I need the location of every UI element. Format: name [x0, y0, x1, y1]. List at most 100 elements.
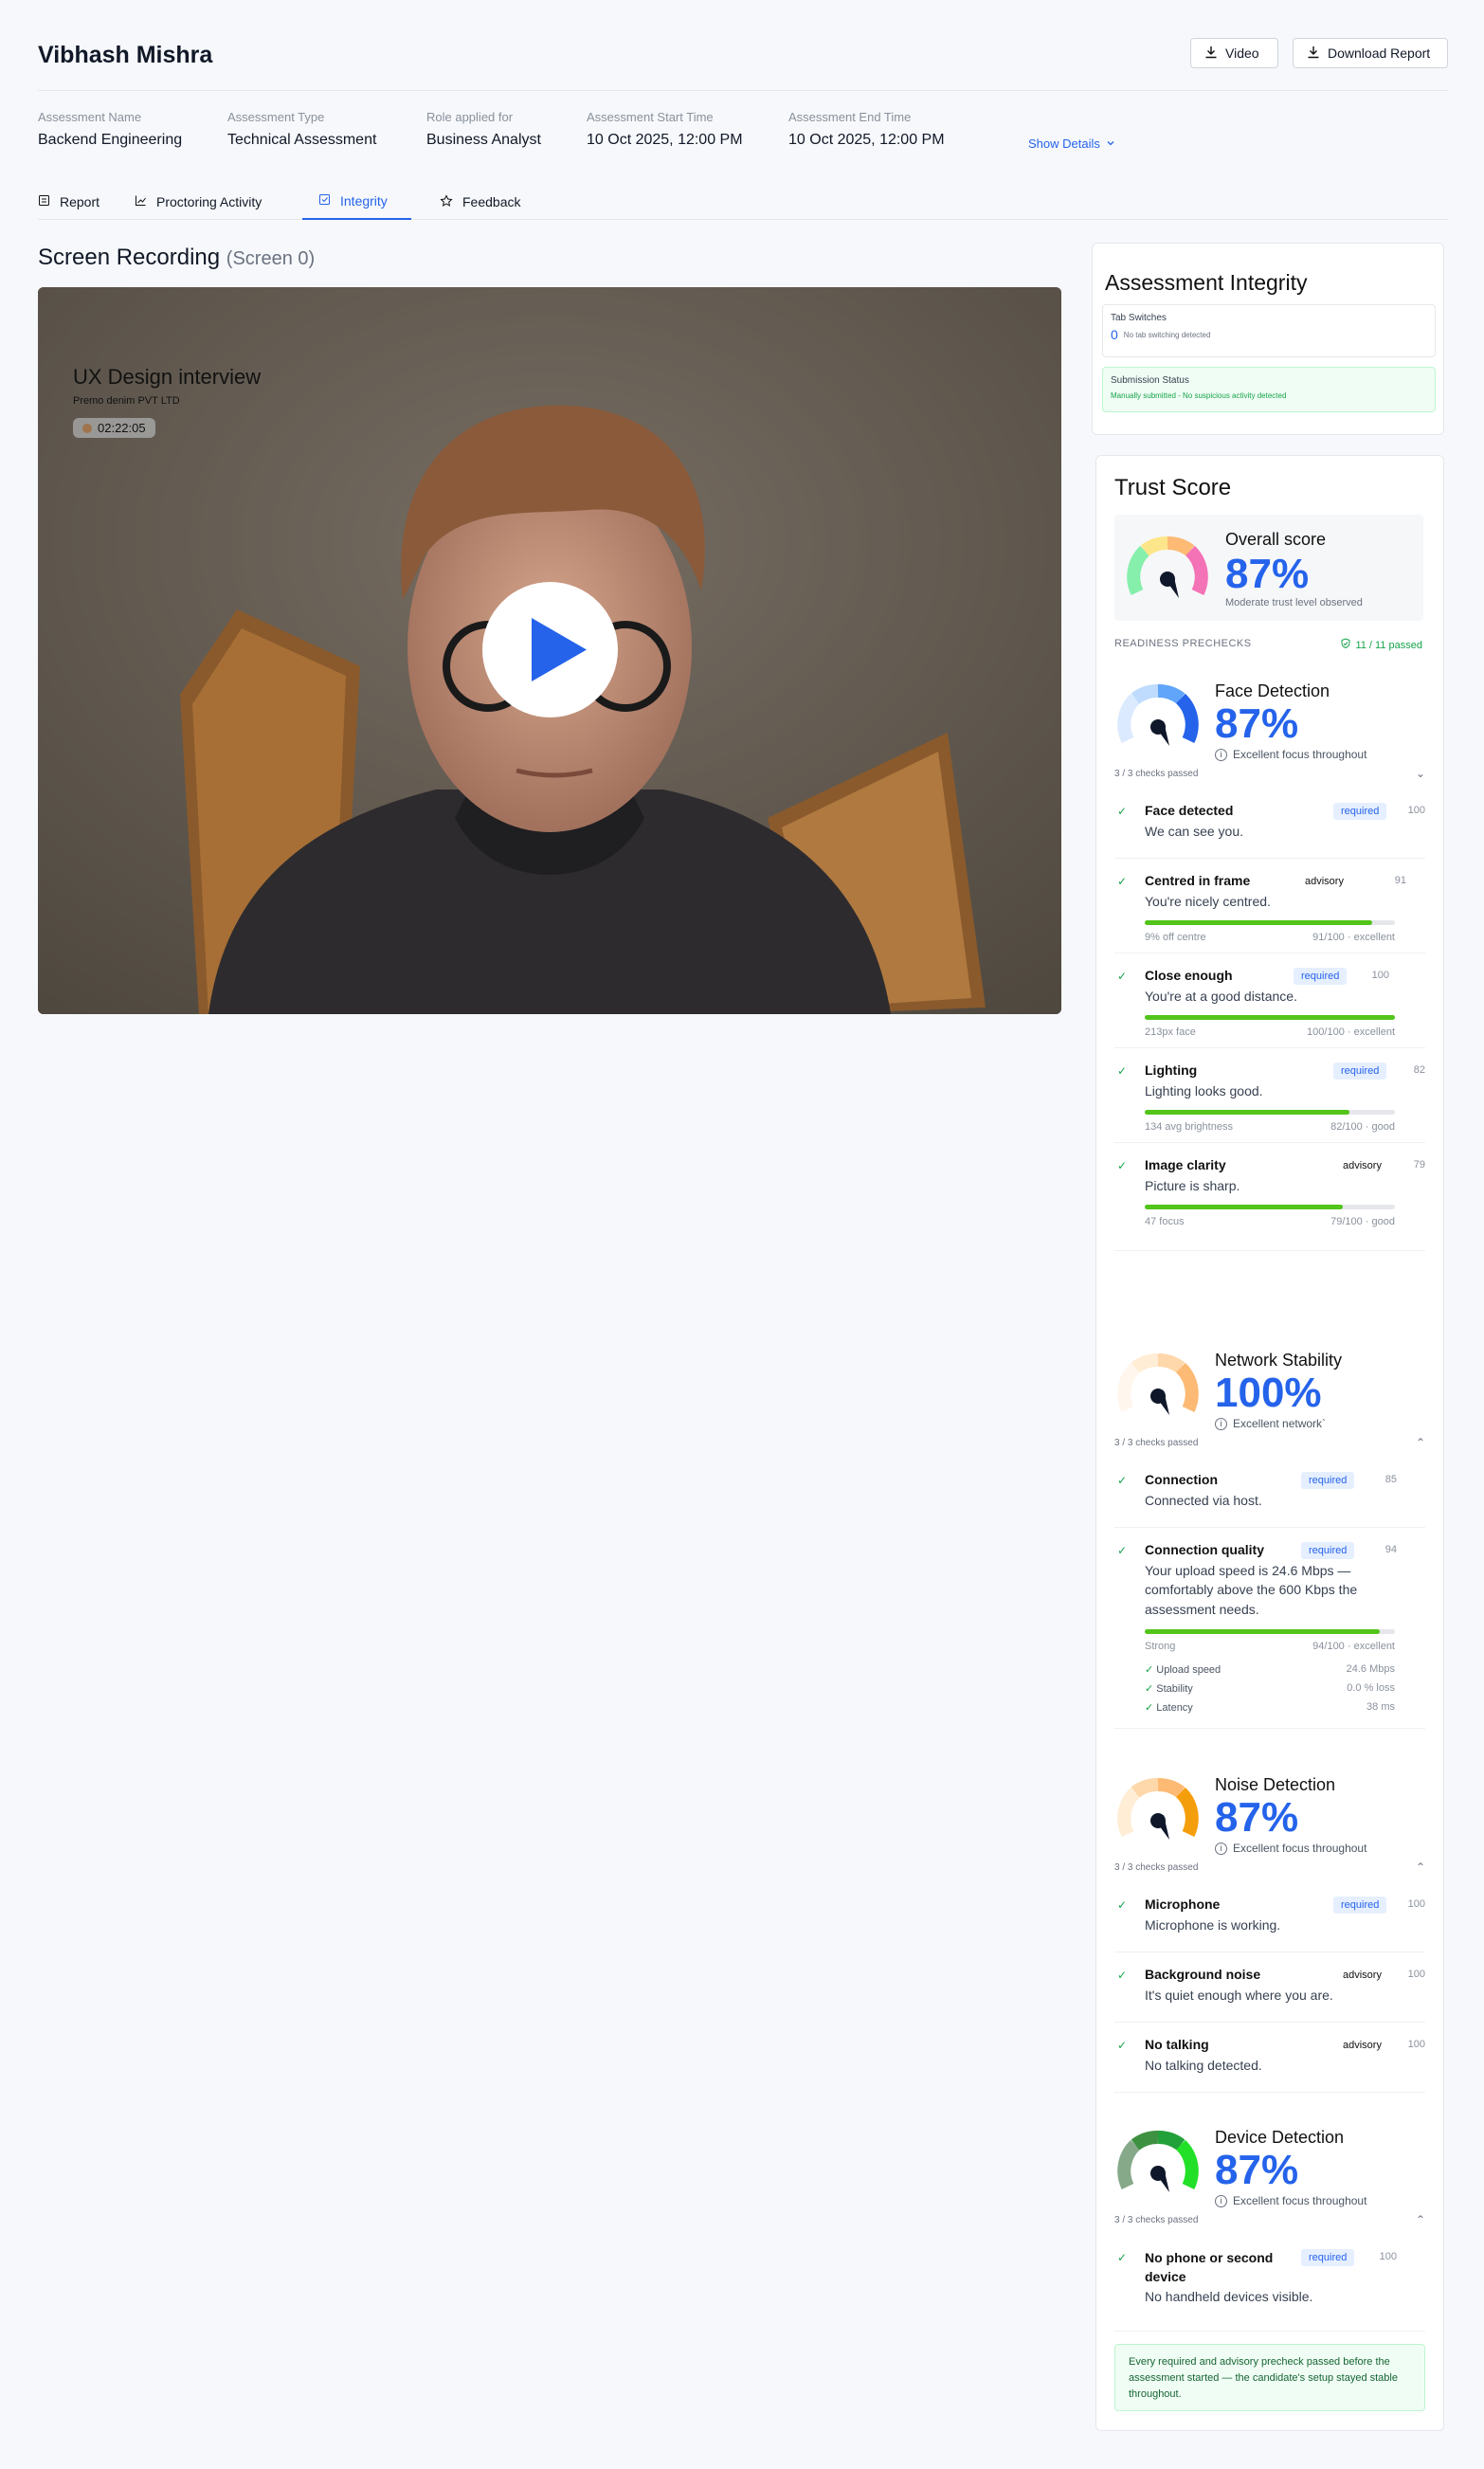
- chevron-up-icon[interactable]: ⌃: [1416, 2213, 1425, 2226]
- section-note-text: Excellent network`: [1233, 1417, 1327, 1430]
- check-desc: You're at a good distance.: [1145, 989, 1297, 1004]
- section-note-text: Excellent focus throughout: [1233, 748, 1367, 761]
- required-badge: required: [1301, 1472, 1355, 1489]
- check-score: 94: [1384, 1544, 1397, 1555]
- submission-status-label: Submission Status: [1111, 375, 1189, 386]
- section-note: i Excellent focus throughout: [1215, 748, 1366, 761]
- page-header: Vibhash Mishra Video Download Report: [38, 38, 1448, 91]
- footer-note: Every required and advisory precheck pas…: [1114, 2344, 1425, 2411]
- check-title: Face detected: [1145, 803, 1234, 818]
- score-bar: [1145, 1110, 1395, 1115]
- check-icon: ✓: [1145, 1683, 1154, 1695]
- star-icon: [440, 193, 453, 210]
- video-button[interactable]: Video: [1190, 38, 1278, 68]
- advisory-badge: advisory: [1335, 1157, 1389, 1174]
- tab-label: Feedback: [462, 194, 521, 209]
- tab-switches-label: Tab Switches: [1111, 313, 1167, 323]
- meta-label: Assessment Type: [227, 110, 325, 124]
- chevron-up-icon[interactable]: ⌃: [1416, 1861, 1425, 1874]
- sub-metric-value: 38 ms: [1366, 1701, 1395, 1713]
- screen-recording-heading: Screen Recording (Screen 0): [38, 245, 315, 271]
- video-timestamp: 02:22:05: [73, 418, 155, 438]
- section-title: Screen Recording: [38, 245, 221, 270]
- section-score: 87%: [1215, 2147, 1299, 2193]
- prechecks-passed: 11 / 11 passed: [1340, 638, 1422, 652]
- tab-report[interactable]: Report: [38, 184, 100, 220]
- network-stability-section: Network Stability 100% i Excellent networ…: [1114, 1347, 1425, 1745]
- sub-metric-label: Stability: [1156, 1683, 1193, 1695]
- check-title: Lighting: [1145, 1062, 1198, 1078]
- timestamp-text: 02:22:05: [98, 421, 146, 435]
- overall-score-note: Moderate trust level observed: [1225, 597, 1363, 608]
- check-desc: Microphone is working.: [1145, 1917, 1281, 1933]
- face-detection-section: Face Detection 87% i Excellent focus thro…: [1114, 678, 1425, 1294]
- download-report-button[interactable]: Download Report: [1293, 38, 1448, 68]
- download-icon: [1204, 45, 1218, 62]
- bar-right-label: 100/100 · excellent: [1307, 1026, 1395, 1038]
- show-details-link[interactable]: Show Details: [1028, 136, 1115, 151]
- checks-passed: 3 / 3 checks passed: [1114, 2215, 1199, 2225]
- play-button[interactable]: [482, 582, 618, 717]
- sub-metric-upload-speed: ✓ Upload speed 24.6 Mbps: [1145, 1663, 1395, 1676]
- meta-item: Assessment Type Technical Assessment: [227, 110, 376, 149]
- video-button-label: Video: [1225, 45, 1259, 61]
- meta-value: Business Analyst: [426, 132, 541, 148]
- check-icon: ✓: [1117, 1969, 1128, 1982]
- score-bar: [1145, 1205, 1395, 1209]
- divider: [1114, 1047, 1425, 1048]
- bar-right-label: 94/100 · excellent: [1312, 1641, 1395, 1652]
- overall-score-label: Overall score: [1225, 530, 1327, 549]
- check-score: 100: [1407, 1898, 1425, 1910]
- section-score: 87%: [1215, 700, 1299, 747]
- check-title: Image clarity: [1145, 1157, 1226, 1172]
- divider: [1114, 858, 1425, 859]
- tab-bar: Report Proctoring Activity Integrity Fee…: [38, 184, 1448, 220]
- required-badge: required: [1294, 968, 1348, 985]
- checks-passed: 3 / 3 checks passed: [1114, 1438, 1199, 1448]
- section-title: Noise Detection: [1215, 1775, 1336, 1794]
- tab-switches-box: Tab Switches 0 No tab switching detected: [1102, 304, 1436, 357]
- required-badge: required: [1333, 1062, 1387, 1080]
- meta-value: Technical Assessment: [227, 132, 377, 148]
- check-square-icon: [318, 193, 331, 209]
- check-score: 100: [1371, 970, 1389, 981]
- sub-metric-label: Latency: [1156, 1702, 1193, 1714]
- overall-gauge: [1127, 536, 1208, 598]
- check-icon: ✓: [1117, 875, 1128, 888]
- tab-label: Report: [60, 194, 100, 209]
- tab-feedback[interactable]: Feedback: [440, 184, 520, 220]
- check-score: 85: [1384, 1474, 1397, 1485]
- check-icon: ✓: [1117, 1544, 1128, 1557]
- meta-value: Backend Engineering: [38, 132, 183, 148]
- check-icon: ✓: [1117, 1474, 1128, 1487]
- section-note: i Excellent network`: [1215, 1417, 1326, 1430]
- sub-metric-stability: ✓ Stability 0.0 % loss: [1145, 1682, 1395, 1695]
- chevron-down-icon[interactable]: ⌄: [1416, 767, 1425, 780]
- meta-item: Role applied for Business Analyst: [426, 110, 541, 149]
- divider: [1114, 2092, 1425, 2093]
- check-score: 100: [1407, 805, 1425, 816]
- check-title: No phone or second device: [1145, 2250, 1274, 2284]
- check-icon: ✓: [1117, 2251, 1128, 2264]
- meta-item: Assessment Name Backend Engineering: [38, 110, 182, 149]
- tab-integrity[interactable]: Integrity: [302, 184, 411, 220]
- network-gauge: [1117, 1353, 1199, 1415]
- face-gauge: [1117, 684, 1199, 746]
- section-note: i Excellent focus throughout: [1215, 2194, 1366, 2207]
- chevron-up-icon[interactable]: ⌃: [1416, 1436, 1425, 1449]
- card-title: Trust Score: [1114, 475, 1232, 500]
- tab-proctoring-activity[interactable]: Proctoring Activity: [135, 184, 262, 220]
- meta-label: Assessment Start Time: [587, 110, 714, 124]
- video-player[interactable]: UX Design interview Premo denim PVT LTD …: [38, 287, 1061, 1014]
- device-gauge: [1117, 2131, 1199, 2192]
- check-title: Background noise: [1145, 1967, 1261, 1982]
- overall-score-value: 87%: [1225, 551, 1310, 597]
- check-desc: Lighting looks good.: [1145, 1083, 1263, 1098]
- check-score: 100: [1379, 2251, 1397, 2262]
- noise-gauge: [1117, 1778, 1199, 1840]
- submission-status-box: Submission Status Manually submitted - N…: [1102, 367, 1436, 412]
- check-desc: We can see you.: [1145, 824, 1244, 839]
- play-icon: [532, 618, 587, 681]
- download-icon: [1307, 45, 1320, 62]
- meta-item: Assessment Start Time 10 Oct 2025, 12:00 …: [587, 110, 743, 149]
